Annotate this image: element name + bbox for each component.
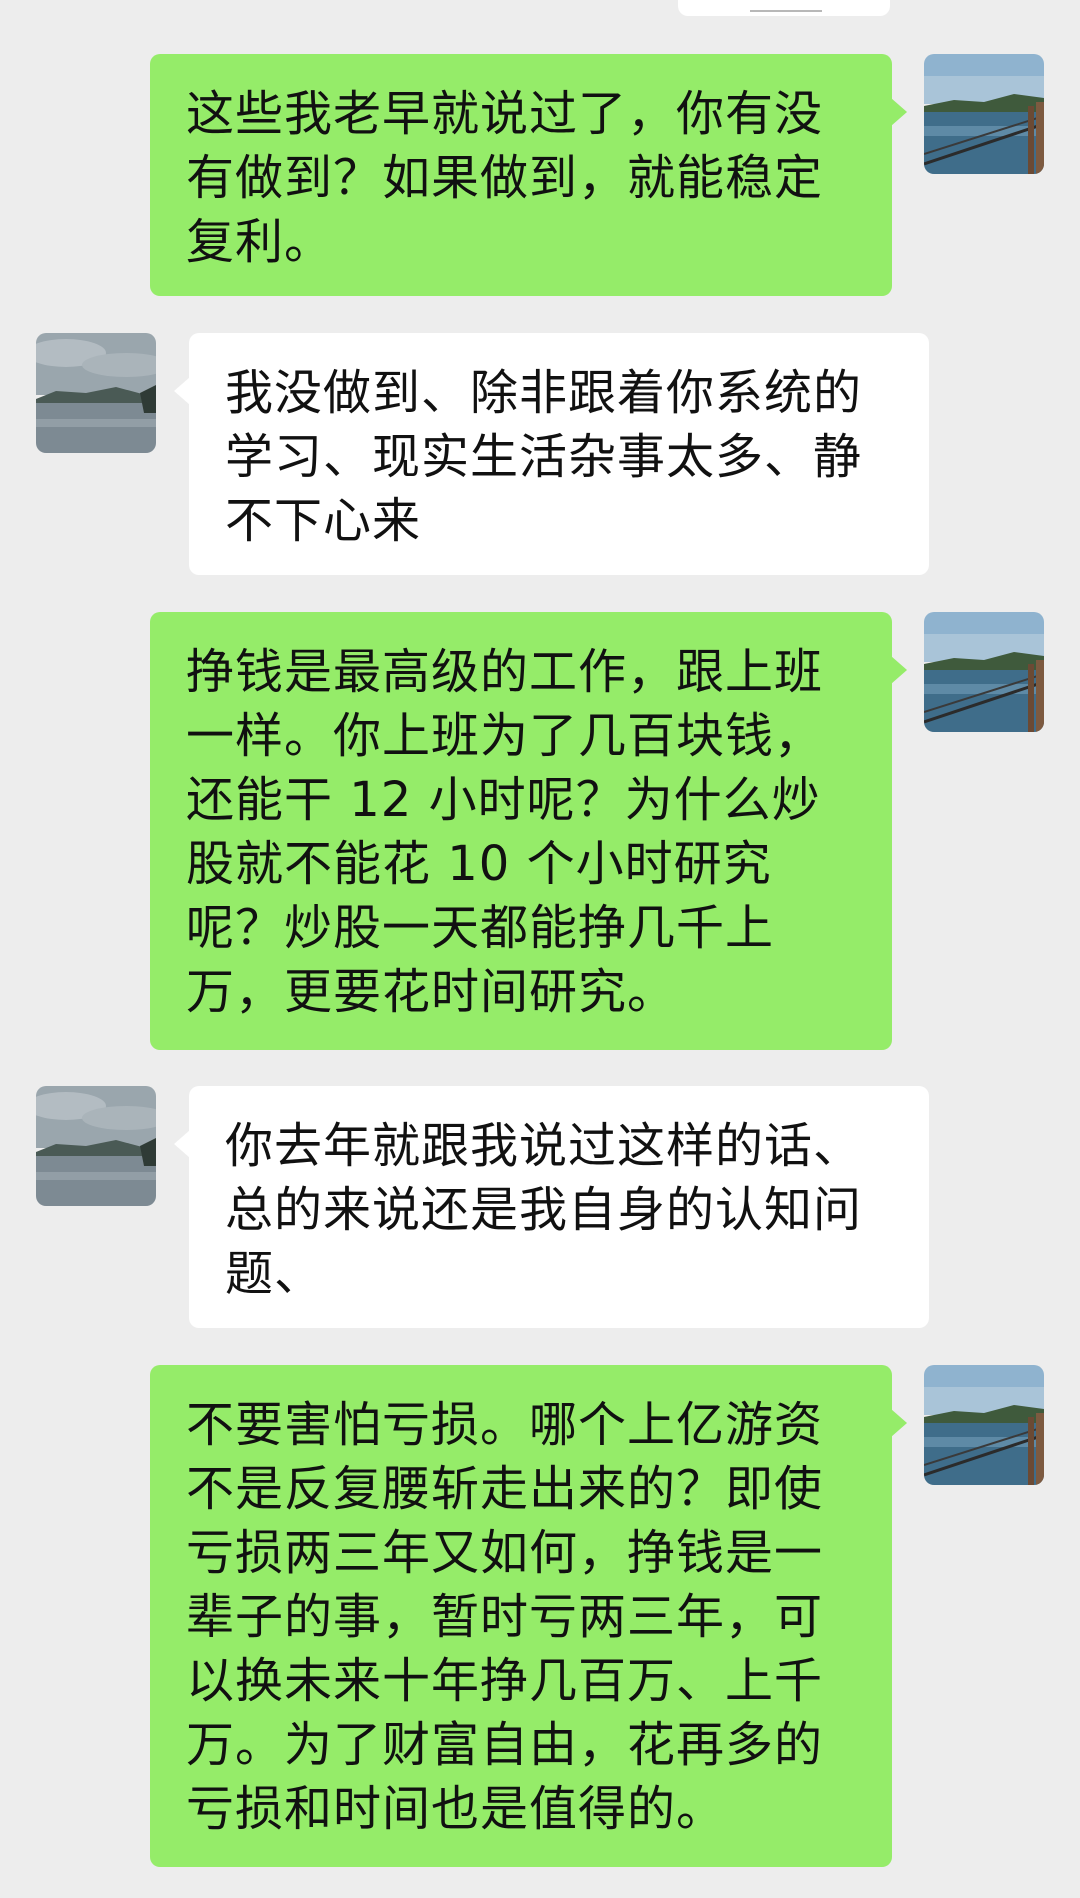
sent-message-bubble[interactable]: 这些我老早就说过了，你有没有做到？如果做到，就能稳定复利。 — [150, 54, 907, 296]
message-text: 我没做到、除非跟着你系统的学习、现实生活杂事太多、静不下心来 — [225, 365, 863, 549]
lakeside-railing-avatar-image — [924, 54, 1044, 174]
lakeside-railing-avatar-image — [924, 1365, 1044, 1485]
cloudy-lake-avatar-image — [36, 333, 156, 453]
sent-message-bubble[interactable]: 挣钱是最高级的工作，跟上班一样。你上班为了几百块钱，还能干 12 小时呢？为什么… — [150, 612, 907, 1050]
message-text: 不要害怕亏损。哪个上亿游资不是反复腰斩走出来的？即使亏损两三年又如何，挣钱是一辈… — [186, 1397, 824, 1837]
lakeside-railing-avatar[interactable] — [924, 612, 1044, 732]
cloudy-lake-avatar[interactable] — [36, 1086, 156, 1206]
received-message-bubble[interactable]: 你去年就跟我说过这样的话、总的来说还是我自身的认知问题、 — [174, 1086, 929, 1328]
cloudy-lake-avatar[interactable] — [36, 333, 156, 453]
received-message-bubble[interactable]: 我没做到、除非跟着你系统的学习、现实生活杂事太多、静不下心来 — [174, 333, 929, 575]
previous-message-card — [678, 0, 890, 16]
cloudy-lake-avatar-image — [36, 1086, 156, 1206]
message-text: 你去年就跟我说过这样的话、总的来说还是我自身的认知问题、 — [225, 1118, 863, 1302]
message-text: 这些我老早就说过了，你有没有做到？如果做到，就能稳定复利。 — [186, 86, 824, 270]
lakeside-railing-avatar[interactable] — [924, 54, 1044, 174]
message-text: 挣钱是最高级的工作，跟上班一样。你上班为了几百块钱，还能干 12 小时呢？为什么… — [186, 644, 824, 1020]
lakeside-railing-avatar[interactable] — [924, 1365, 1044, 1485]
lakeside-railing-avatar-image — [924, 612, 1044, 732]
sent-message-bubble[interactable]: 不要害怕亏损。哪个上亿游资不是反复腰斩走出来的？即使亏损两三年又如何，挣钱是一辈… — [150, 1365, 907, 1867]
divider — [750, 10, 822, 12]
